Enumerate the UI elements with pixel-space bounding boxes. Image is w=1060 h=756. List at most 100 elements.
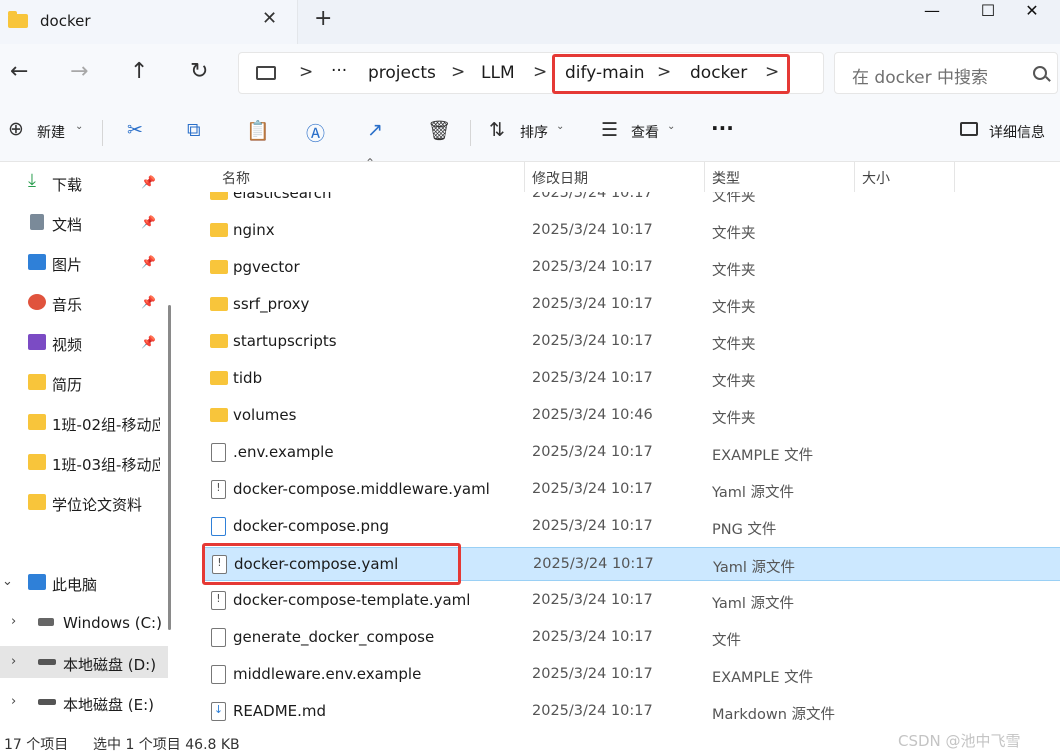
sidebar-item-resume[interactable]: 简历	[0, 366, 168, 398]
column-divider[interactable]	[954, 162, 955, 192]
chevron-down-icon[interactable]: ⌄	[75, 121, 83, 132]
column-divider[interactable]	[854, 162, 855, 192]
file-row[interactable]: ↓README.md2025/3/24 10:17Markdown 源文件7 K…	[202, 695, 1060, 728]
refresh-button[interactable]: ↻	[190, 60, 208, 84]
column-divider[interactable]	[524, 162, 525, 192]
file-name: middleware.env.example	[233, 665, 422, 683]
file-list: ⌃ 名称 修改日期 类型 大小 elasticsearch 2025/3/24 1…	[180, 156, 1060, 728]
file-name: generate_docker_compose	[233, 628, 435, 646]
chevron-right-icon[interactable]: ›	[11, 614, 16, 629]
sidebar-item-music[interactable]: 音乐 📌	[0, 286, 168, 318]
address-bar[interactable]: > ··· projects > LLM > dify-main > docke…	[238, 52, 824, 94]
sidebar-item-pictures[interactable]: 图片 📌	[0, 246, 168, 278]
breadcrumb-separator-icon: >	[451, 62, 466, 82]
file-row[interactable]: ! docker-compose-template.yaml 2025/3/24 1…	[202, 584, 1060, 618]
delete-icon[interactable]: 🗑	[427, 119, 451, 142]
chevron-right-icon[interactable]: ›	[11, 654, 16, 669]
breadcrumb-more[interactable]: ···	[331, 61, 347, 81]
sidebar-item-this-pc[interactable]: ⌄ 此电脑	[0, 566, 168, 598]
file-row[interactable]: pgvector 2025/3/24 10:17 文件夹	[202, 251, 1060, 285]
highlight-box	[552, 54, 790, 94]
sidebar-item-thesis[interactable]: 学位论文资料	[0, 486, 168, 518]
sidebar-item-drive-c[interactable]: › Windows (C:)	[0, 606, 168, 638]
file-name: docker-compose.middleware.yaml	[233, 480, 490, 498]
watermark: CSDN @池中飞雪	[898, 732, 1021, 750]
file-row[interactable]: middleware.env.example 2025/3/24 10:17 EXA…	[202, 658, 1060, 692]
drive-icon	[38, 659, 56, 665]
file-name: elasticsearch	[233, 192, 332, 202]
rename-icon[interactable]: Ⓐ	[306, 119, 325, 146]
sidebar-item-class1-group03[interactable]: 1班-03组-移动应用	[0, 446, 168, 478]
column-header-size[interactable]: 大小	[862, 168, 890, 188]
tab-close-icon[interactable]: ✕	[262, 8, 277, 29]
breadcrumb-separator-icon: >	[533, 62, 548, 82]
paste-icon[interactable]: 📋	[246, 119, 270, 142]
file-row[interactable]: elasticsearch 2025/3/24 10:17 文件夹	[202, 192, 1060, 211]
file-row[interactable]: ! docker-compose.middleware.yaml 2025/3/24…	[202, 473, 1060, 507]
sidebar-item-drive-d[interactable]: › 本地磁盘 (D:)	[0, 646, 168, 678]
sidebar-item-label: 1班-03组-移动应用	[52, 456, 160, 474]
column-header-type[interactable]: 类型	[712, 168, 740, 188]
plus-circle-icon: ⊕	[8, 118, 24, 140]
details-button[interactable]: 详细信息	[989, 122, 1045, 142]
file-icon: !	[211, 480, 226, 499]
chevron-down-icon[interactable]: ⌄	[2, 574, 13, 589]
column-header-name[interactable]: 名称	[222, 168, 250, 188]
computer-icon	[256, 66, 276, 80]
sidebar-item-documents[interactable]: 文档 📌	[0, 206, 168, 238]
view-button[interactable]: 查看	[631, 122, 659, 142]
column-header-modified[interactable]: 修改日期	[532, 168, 588, 188]
file-type: Yaml 源文件	[712, 596, 795, 612]
close-window-button[interactable]: ✕	[1004, 0, 1060, 24]
breadcrumb-projects[interactable]: projects	[368, 63, 436, 83]
search-icon[interactable]	[1033, 66, 1047, 80]
file-icon	[211, 517, 226, 536]
divider	[470, 120, 471, 146]
file-icon	[211, 665, 226, 684]
pin-icon[interactable]: 📌	[141, 175, 156, 189]
sidebar-item-videos[interactable]: 视频 📌	[0, 326, 168, 358]
file-row[interactable]: docker-compose.png2025/3/24 10:17PNG 文件6…	[202, 510, 1060, 544]
up-button[interactable]: ↑	[130, 60, 148, 84]
new-tab-button[interactable]: +	[314, 6, 332, 31]
file-row[interactable]: ssrf_proxy 2025/3/24 10:17 文件夹	[202, 288, 1060, 322]
column-divider[interactable]	[704, 162, 705, 192]
file-date: 2025/3/24 10:46	[532, 407, 653, 423]
file-row[interactable]: volumes 2025/3/24 10:46 文件夹	[202, 399, 1060, 433]
copy-icon[interactable]: ⧉	[187, 119, 201, 141]
pin-icon[interactable]: 📌	[141, 255, 156, 269]
file-icon	[211, 628, 226, 647]
sidebar-scrollbar[interactable]	[168, 305, 171, 630]
file-name: .env.example	[233, 443, 334, 461]
drive-icon	[38, 699, 56, 705]
minimize-button[interactable]: —	[904, 0, 960, 24]
share-icon[interactable]: ↗	[367, 119, 383, 141]
pin-icon[interactable]: 📌	[141, 215, 156, 229]
new-button[interactable]: 新建	[37, 122, 65, 142]
breadcrumb-llm[interactable]: LLM	[481, 63, 515, 83]
pin-icon[interactable]: 📌	[141, 295, 156, 309]
folder-icon	[8, 11, 28, 28]
sort-button[interactable]: 排序	[520, 122, 548, 142]
file-type: 文件夹	[712, 411, 756, 427]
file-row[interactable]: startupscripts 2025/3/24 10:17 文件夹	[202, 325, 1060, 359]
file-row[interactable]: tidb 2025/3/24 10:17 文件夹	[202, 362, 1060, 396]
chevron-down-icon[interactable]: ⌄	[556, 121, 564, 132]
file-row[interactable]: nginx 2025/3/24 10:17 文件夹	[202, 214, 1060, 248]
search-box[interactable]: 在 docker 中搜索	[834, 52, 1058, 94]
file-row[interactable]: .env.example2025/3/24 10:17EXAMPLE 文件33 …	[202, 436, 1060, 470]
pin-icon[interactable]: 📌	[141, 335, 156, 349]
file-row[interactable]: generate_docker_compose 2025/3/24 10:17 文件…	[202, 621, 1060, 655]
chevron-right-icon[interactable]: ›	[11, 694, 16, 709]
file-type: EXAMPLE 文件	[712, 670, 814, 686]
back-button[interactable]: ←	[10, 60, 28, 84]
chevron-down-icon[interactable]: ⌄	[667, 121, 675, 132]
view-icon: ☰	[601, 119, 619, 141]
sidebar-item-class1-group02[interactable]: 1班-02组-移动应用	[0, 406, 168, 438]
forward-button[interactable]: →	[70, 60, 88, 84]
more-options-button[interactable]: ···	[711, 116, 734, 140]
cut-icon[interactable]: ✂	[127, 119, 143, 141]
sidebar-item-drive-e[interactable]: › 本地磁盘 (E:)	[0, 686, 168, 718]
sidebar-item-downloads[interactable]: ⤓ 下载 📌	[0, 166, 168, 198]
tab-docker[interactable]: docker ✕	[0, 0, 298, 44]
